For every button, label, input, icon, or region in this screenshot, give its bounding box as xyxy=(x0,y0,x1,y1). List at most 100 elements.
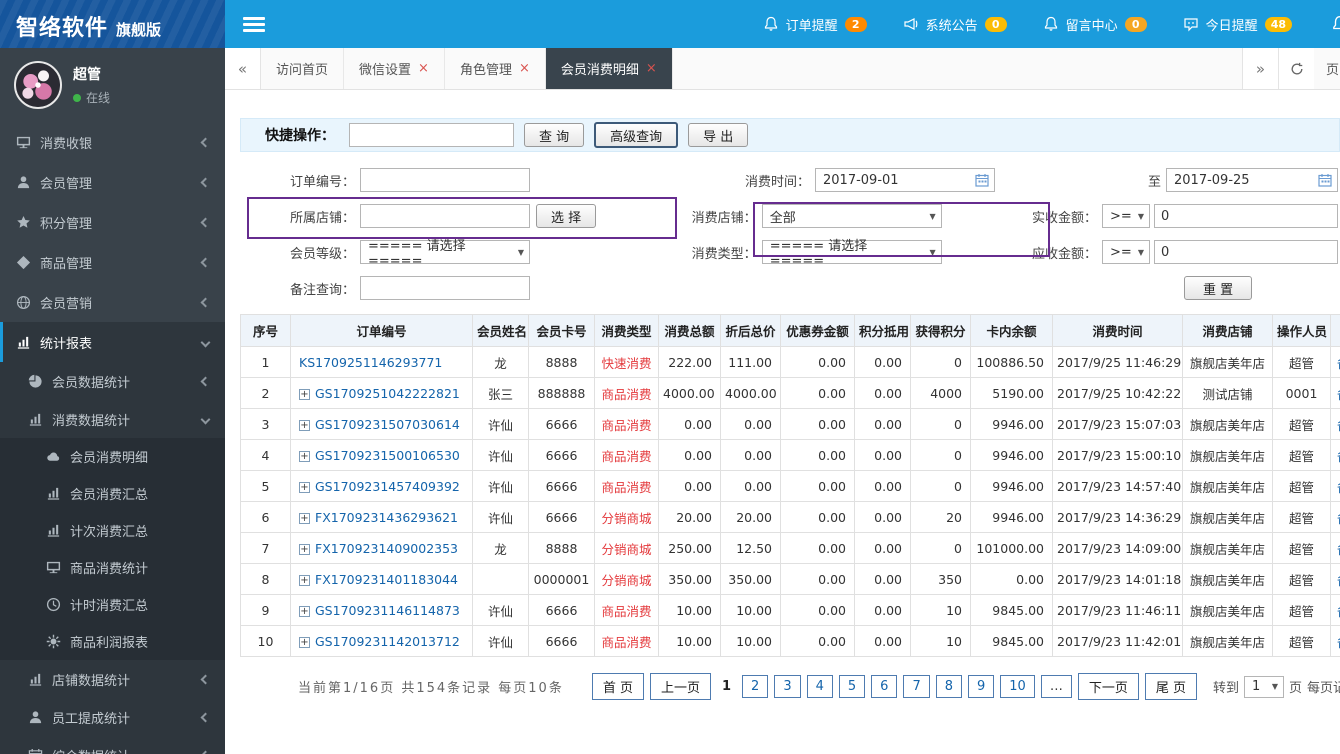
page-number-2[interactable]: 2 xyxy=(742,675,769,698)
order-number-link[interactable]: FX1709231409002353 xyxy=(315,541,458,556)
expand-row-icon[interactable]: + xyxy=(299,574,310,586)
due-amount-input[interactable] xyxy=(1154,240,1338,264)
expand-row-icon[interactable]: + xyxy=(299,605,310,617)
order-number-link[interactable]: GS1709251042222821 xyxy=(315,386,460,401)
page-number-7[interactable]: 7 xyxy=(903,675,930,698)
topbar: 订单提醒 2 系统公告 0 留言中心 0 今日提醒 48 xyxy=(225,0,1340,48)
order-number-link[interactable]: GS1709231142013712 xyxy=(315,634,460,649)
order-number-link[interactable]: GS1709231457409392 xyxy=(315,479,460,494)
table-row: 8 + FX1709231401183044 0000001 分销商城 350.00 350… xyxy=(240,563,1340,595)
sidebar-item-count-consume-summary[interactable]: 计次消费汇总 xyxy=(0,512,225,549)
sidebar-item-member-management[interactable]: 会员管理 xyxy=(0,162,225,202)
sidebar-item-member-data-stats[interactable]: 会员数据统计 xyxy=(0,362,225,400)
expand-row-icon[interactable]: + xyxy=(299,512,310,524)
order-number-link[interactable]: GS1709231500106530 xyxy=(315,448,460,463)
sidebar-item-comprehensive-data-stats[interactable]: 综合数据统计 xyxy=(0,736,225,754)
app-header: 智络软件 旗舰版 订单提醒 2 系统公告 0 留言中心 0 今日提醒 48 xyxy=(0,0,1340,48)
notification-area: 订单提醒 2 系统公告 0 留言中心 0 今日提醒 48 xyxy=(763,15,1292,34)
order-reminder-button[interactable]: 订单提醒 2 xyxy=(763,15,867,34)
close-tab-icon[interactable]: × xyxy=(646,61,657,76)
query-button[interactable]: 查 询 xyxy=(524,123,585,147)
order-number-link[interactable]: KS1709251146293771 xyxy=(299,355,442,370)
paid-amount-operator-select[interactable]: >= ▼ xyxy=(1102,204,1150,228)
note-query-input[interactable] xyxy=(360,276,530,300)
tabs-scroll-right-button[interactable]: » xyxy=(1242,48,1278,89)
expand-row-icon[interactable]: + xyxy=(299,419,310,431)
sidebar-item-points-management[interactable]: 积分管理 xyxy=(0,202,225,242)
consume-store-select[interactable]: 全部 ▼ xyxy=(761,204,942,228)
member-level-select[interactable]: ===== 请选择 ===== ▼ xyxy=(360,239,530,269)
expand-row-icon[interactable]: + xyxy=(299,388,310,400)
sidebar-item-goods-management[interactable]: 商品管理 xyxy=(0,242,225,282)
to-label: 至 xyxy=(1147,174,1161,190)
expand-row-icon[interactable]: + xyxy=(299,636,310,648)
message-center-button[interactable]: 留言中心 0 xyxy=(1043,15,1147,34)
sidebar-item-consume-data-stats[interactable]: 消费数据统计 xyxy=(0,400,225,438)
sidebar-item-consume-cashier[interactable]: 消费收银 xyxy=(0,122,225,162)
refresh-tab-button[interactable] xyxy=(1278,48,1314,89)
due-amount-operator-select[interactable]: >= ▼ xyxy=(1102,240,1150,264)
consume-type-select[interactable]: ===== 请选择 ===== ▼ xyxy=(761,239,942,269)
last-page-button[interactable]: 尾 页 xyxy=(1144,673,1197,700)
next-page-button[interactable]: 下一页 xyxy=(1077,673,1139,700)
page-actions-label[interactable]: 页 xyxy=(1314,48,1340,89)
sidebar-item-goods-consume-stats[interactable]: 商品消费统计 xyxy=(0,549,225,586)
avatar[interactable] xyxy=(14,61,62,109)
message-center-badge: 0 xyxy=(1124,16,1147,32)
page-number-10[interactable]: 10 xyxy=(1000,675,1035,698)
page-number-6[interactable]: 6 xyxy=(871,675,898,698)
export-button[interactable]: 导 出 xyxy=(688,123,749,147)
refresh-icon xyxy=(1291,62,1302,74)
page-number-5[interactable]: 5 xyxy=(838,675,866,698)
store-input[interactable] xyxy=(360,204,530,228)
sidebar-item-member-consume-summary[interactable]: 会员消费汇总 xyxy=(0,475,225,512)
choose-store-button[interactable]: 选 择 xyxy=(536,204,597,228)
sidebar-item-goods-profit-report[interactable]: 商品利润报表 xyxy=(0,623,225,660)
order-number-link[interactable]: FX1709231436293621 xyxy=(315,510,458,525)
quick-actions-label: 快捷操作： xyxy=(265,128,335,144)
bar-chart-icon xyxy=(29,413,42,426)
expand-row-icon[interactable]: + xyxy=(299,481,310,493)
order-number-link[interactable]: GS1709231146114873 xyxy=(315,603,460,618)
tab-home[interactable]: 访问首页 xyxy=(261,48,345,89)
sidebar-item-store-data-stats[interactable]: 店铺数据统计 xyxy=(0,660,225,698)
page-number-9[interactable]: 9 xyxy=(968,675,995,698)
selected-value: ===== 请选择 ===== xyxy=(368,239,466,269)
sidebar-item-label: 会员管理 xyxy=(40,176,93,192)
sidebar-item-member-marketing[interactable]: 会员营销 xyxy=(0,282,225,322)
order-no-input[interactable] xyxy=(360,168,530,192)
reset-button[interactable]: 重 置 xyxy=(1184,276,1253,300)
consume-time-to-input[interactable]: 2017-09-25 xyxy=(1166,168,1338,192)
page-number-3[interactable]: 3 xyxy=(774,675,801,698)
close-tab-icon[interactable]: × xyxy=(418,61,429,76)
goto-page-select[interactable]: 1 ▼ xyxy=(1244,675,1284,698)
sidebar-item-statistics-reports[interactable]: 统计报表 xyxy=(0,322,225,362)
online-dot xyxy=(73,93,81,102)
page-number-8[interactable]: 8 xyxy=(935,675,962,698)
tab-role-management[interactable]: 角色管理 × xyxy=(445,48,546,89)
paid-amount-input[interactable] xyxy=(1154,204,1338,228)
tab-member-consume-detail[interactable]: 会员消费明细 × xyxy=(545,48,673,89)
menu-toggle-icon[interactable] xyxy=(243,14,265,35)
system-announcement-button[interactable]: 系统公告 0 xyxy=(903,15,1007,34)
first-page-button[interactable]: 首 页 xyxy=(591,673,644,700)
tabs-scroll-left-button[interactable]: « xyxy=(225,48,261,89)
sidebar-item-member-consume-detail[interactable]: 会员消费明细 xyxy=(0,438,225,475)
sidebar-item-staff-commission-stats[interactable]: 员工提成统计 xyxy=(0,698,225,736)
order-number-link[interactable]: GS1709231507030614 xyxy=(315,417,460,432)
dropdown-arrow-icon: ▼ xyxy=(517,247,524,257)
close-tab-icon[interactable]: × xyxy=(519,61,530,76)
order-number-link[interactable]: FX1709231401183044 xyxy=(315,572,458,587)
table-row: 1 KS1709251146293771 龙 8888 快速消费 222.00 111.00… xyxy=(240,346,1340,378)
consume-time-from-input[interactable]: 2017-09-01 xyxy=(815,168,995,192)
sidebar-item-timing-consume-summary[interactable]: 计时消费汇总 xyxy=(0,586,225,623)
expand-row-icon[interactable]: + xyxy=(299,450,310,462)
prev-page-button[interactable]: 上一页 xyxy=(649,673,711,700)
quick-search-input[interactable] xyxy=(349,123,514,147)
advanced-query-button[interactable]: 高级查询 xyxy=(594,122,679,148)
page-number-4[interactable]: 4 xyxy=(806,675,833,698)
today-reminder-button[interactable]: 今日提醒 48 xyxy=(1183,15,1292,34)
expand-row-icon[interactable]: + xyxy=(299,543,310,555)
tab-wechat-settings[interactable]: 微信设置 × xyxy=(344,48,445,89)
column-header-coupon: 优惠券金额 xyxy=(780,314,855,347)
